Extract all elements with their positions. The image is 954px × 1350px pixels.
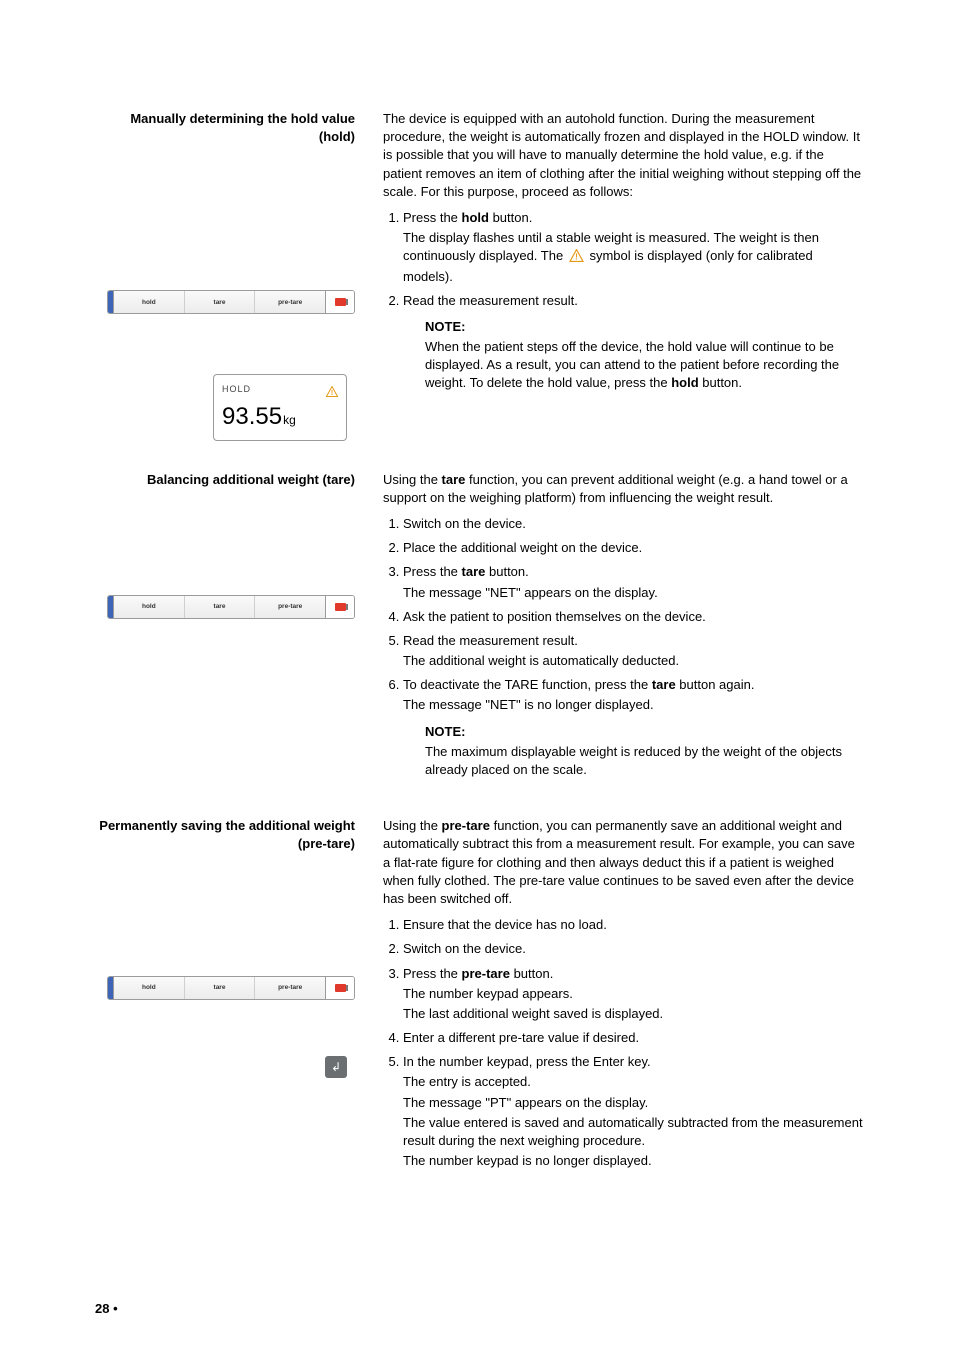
device-tare-button: tare — [185, 977, 256, 999]
hold-display-label: HOLD — [222, 383, 251, 396]
hold-display-unit: kg — [283, 413, 296, 427]
device-pretare-button: pre-tare — [255, 596, 325, 618]
pretare-step-2: Switch on the device. — [403, 940, 864, 958]
tare-step-2: Place the additional weight on the devic… — [403, 539, 864, 557]
device-pretare-button: pre-tare — [255, 291, 325, 313]
device-hold-button: hold — [114, 291, 185, 313]
device-bar-tare: hold tare pre-tare — [107, 595, 355, 619]
enter-key: ↲ — [325, 1056, 347, 1078]
device-indicator-zone — [325, 596, 354, 618]
page-number: 28 • — [95, 1300, 118, 1318]
warning-icon: ! — [569, 249, 584, 267]
hold-display-value: 93.55 — [222, 403, 282, 430]
tare-step-3: Press the tare button. The message "NET"… — [403, 563, 864, 601]
warning-icon: ! — [326, 384, 338, 395]
note-label: NOTE: — [425, 723, 864, 741]
section-pretare: Permanently saving the additional weight… — [95, 817, 864, 1176]
device-indicator-zone — [325, 291, 354, 313]
device-bar-hold: hold tare pre-tare — [107, 290, 355, 314]
pretare-intro-text: Using the pre-tare function, you can per… — [383, 817, 864, 908]
pretare-step-4: Enter a different pre-tare value if desi… — [403, 1029, 864, 1047]
svg-text:!: ! — [575, 253, 578, 262]
tare-step-5: Read the measurement result. The additio… — [403, 632, 864, 670]
svg-text:!: ! — [331, 390, 333, 397]
pretare-step-1: Ensure that the device has no load. — [403, 916, 864, 934]
pretare-step-3: Press the pre-tare button. The number ke… — [403, 965, 864, 1024]
tare-step-1: Switch on the device. — [403, 515, 864, 533]
device-tare-button: tare — [185, 596, 256, 618]
tare-step-4: Ask the patient to position themselves o… — [403, 608, 864, 626]
device-hold-button: hold — [114, 596, 185, 618]
heading-pretare: Permanently saving the additional weight… — [95, 817, 355, 853]
recording-indicator-icon — [335, 984, 346, 992]
tare-intro-text: Using the tare function, you can prevent… — [383, 471, 864, 507]
note-label: NOTE: — [425, 318, 864, 336]
hold-step-2: Read the measurement result. — [403, 292, 864, 310]
device-bar-pretare: hold tare pre-tare — [107, 976, 355, 1000]
recording-indicator-icon — [335, 603, 346, 611]
hold-display: HOLD ! 93.55kg — [213, 374, 347, 440]
device-tare-button: tare — [185, 291, 256, 313]
section-hold: Manually determining the hold value (hol… — [95, 110, 864, 441]
device-hold-button: hold — [114, 977, 185, 999]
hold-intro-text: The device is equipped with an autohold … — [383, 110, 864, 201]
hold-step-1-sub: The display flashes until a stable weigh… — [403, 229, 864, 286]
hold-step-1: Press the hold button. The display flash… — [403, 209, 864, 286]
pretare-step-5: In the number keypad, press the Enter ke… — [403, 1053, 864, 1170]
heading-hold: Manually determining the hold value (hol… — [95, 110, 355, 146]
hold-note: NOTE: When the patient steps off the dev… — [425, 318, 864, 393]
recording-indicator-icon — [335, 298, 346, 306]
enter-arrow-icon: ↲ — [331, 1061, 341, 1073]
heading-tare: Balancing additional weight (tare) — [147, 471, 355, 489]
tare-step-6: To deactivate the TARE function, press t… — [403, 676, 864, 714]
device-indicator-zone — [325, 977, 354, 999]
tare-note: NOTE: The maximum displayable weight is … — [425, 723, 864, 780]
device-pretare-button: pre-tare — [255, 977, 325, 999]
section-tare: Balancing additional weight (tare) hold … — [95, 471, 864, 788]
